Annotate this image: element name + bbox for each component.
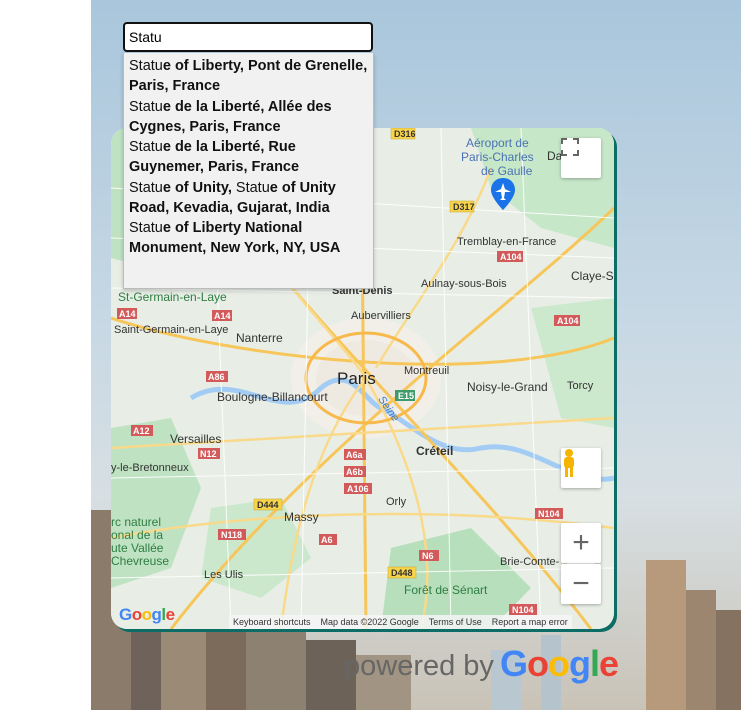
street-view-button[interactable] bbox=[561, 448, 601, 488]
place-label: Les Ulis bbox=[204, 569, 244, 581]
road-label: A6a bbox=[346, 450, 364, 460]
autocomplete-dropdown: Statue of Liberty, Pont de Grenelle, Par… bbox=[123, 53, 374, 289]
suggestion-item[interactable]: Statue of Unity, Statue of Unity Road, K… bbox=[124, 175, 373, 216]
place-label: Créteil bbox=[416, 444, 453, 458]
place-label: Claye-S bbox=[571, 269, 614, 283]
place-label: Torcy bbox=[567, 380, 594, 392]
place-label: Boulogne-Billancourt bbox=[217, 390, 328, 404]
road-label: A6b bbox=[346, 467, 364, 477]
place-label: Aulnay-sous-Bois bbox=[421, 278, 507, 290]
place-label: Montreuil bbox=[404, 365, 449, 377]
road-label: D316 bbox=[394, 129, 416, 139]
road-label: N104 bbox=[538, 509, 560, 519]
place-label: Aéroport de bbox=[466, 136, 529, 150]
place-label: Saint-Germain-en-Laye bbox=[114, 324, 228, 336]
place-label: Forêt de Sénart bbox=[404, 583, 488, 597]
road-label: A104 bbox=[557, 316, 579, 326]
road-label: N12 bbox=[200, 449, 217, 459]
place-label: Aubervilliers bbox=[351, 310, 411, 322]
place-label: Nanterre bbox=[236, 331, 283, 345]
road-label: A106 bbox=[347, 484, 369, 494]
road-label: E15 bbox=[398, 391, 414, 401]
terms-link[interactable]: Terms of Use bbox=[429, 617, 482, 627]
road-label: D444 bbox=[257, 500, 279, 510]
keyboard-shortcuts-link[interactable]: Keyboard shortcuts bbox=[233, 617, 311, 627]
place-label: rc naturel bbox=[111, 515, 161, 529]
minus-icon: − bbox=[572, 567, 590, 600]
place-label: Paris-Charles bbox=[461, 150, 534, 164]
road-label: A6 bbox=[321, 535, 333, 545]
road-label: D317 bbox=[453, 202, 475, 212]
search-input[interactable] bbox=[123, 22, 373, 52]
place-label: Tremblay-en-France bbox=[457, 236, 556, 248]
map-data-text: Map data ©2022 Google bbox=[320, 617, 419, 627]
place-label: Brie-Comte- bbox=[500, 556, 560, 568]
zoom-out-button[interactable]: − bbox=[561, 564, 601, 604]
place-label: Orly bbox=[386, 496, 407, 508]
report-error-link[interactable]: Report a map error bbox=[492, 617, 568, 627]
place-label: Versailles bbox=[170, 432, 221, 446]
road-label: A14 bbox=[119, 309, 136, 319]
road-label: N6 bbox=[422, 551, 434, 561]
plus-icon: + bbox=[572, 526, 590, 559]
place-label: y-le-Bretonneux bbox=[111, 462, 189, 474]
road-label: A14 bbox=[214, 311, 231, 321]
place-label: Noisy-le-Grand bbox=[467, 380, 548, 394]
place-label: de Gaulle bbox=[481, 164, 533, 178]
google-logo: Google bbox=[499, 643, 619, 684]
map-attribution: Keyboard shortcuts Map data ©2022 Google… bbox=[229, 615, 572, 629]
powered-by-google: powered by Google bbox=[344, 643, 619, 684]
place-label: Massy bbox=[284, 510, 319, 524]
road-label: A86 bbox=[208, 372, 225, 382]
left-panel bbox=[0, 0, 91, 710]
suggestion-item[interactable]: Statue de la Liberté, Rue Guynemer, Pari… bbox=[124, 134, 373, 175]
road-label: A104 bbox=[500, 252, 522, 262]
road-label: A12 bbox=[133, 426, 150, 436]
place-label: ute Vallée bbox=[111, 541, 164, 555]
suggestion-item[interactable]: Statue de la Liberté, Allée des Cygnes, … bbox=[124, 94, 373, 135]
pegman-icon bbox=[564, 449, 574, 477]
place-label: St-Germain-en-Laye bbox=[118, 290, 227, 304]
suggestion-item[interactable]: Statue of Liberty, Pont de Grenelle, Par… bbox=[124, 53, 373, 94]
road-label: N104 bbox=[512, 605, 534, 615]
fullscreen-button[interactable] bbox=[561, 138, 601, 178]
road-label: N118 bbox=[221, 530, 242, 540]
city-label: Paris bbox=[337, 369, 376, 388]
suggestion-item[interactable]: Statue of Liberty National Monument, New… bbox=[124, 215, 373, 256]
powered-by-text: powered by bbox=[344, 650, 494, 682]
road-label: D448 bbox=[391, 568, 413, 578]
place-label: onal de la bbox=[111, 528, 163, 542]
google-map-logo[interactable]: Google bbox=[119, 605, 175, 625]
fullscreen-icon bbox=[561, 138, 579, 156]
zoom-in-button[interactable]: + bbox=[561, 523, 601, 563]
place-label: Chevreuse bbox=[111, 554, 169, 568]
